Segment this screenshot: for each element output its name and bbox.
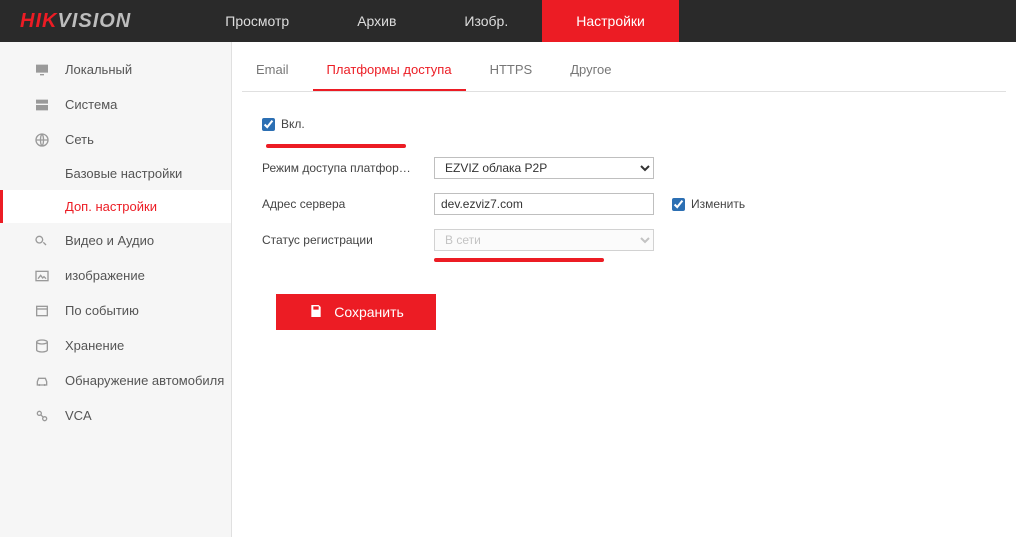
- tab-other[interactable]: Другое: [556, 52, 625, 91]
- sidebar-item-local[interactable]: Локальный: [0, 52, 231, 87]
- sidebar-item-network[interactable]: Сеть: [0, 122, 231, 157]
- settings-form: Вкл. Режим доступа платфор… EZVIZ облака…: [242, 92, 1006, 330]
- access-mode-select[interactable]: EZVIZ облака P2P: [434, 157, 654, 179]
- sidebar-subitem-advanced[interactable]: Доп. настройки: [0, 190, 231, 223]
- access-mode-row: Режим доступа платфор… EZVIZ облака P2P: [262, 156, 986, 180]
- modify-checkbox[interactable]: [672, 198, 685, 211]
- sidebar-label: Хранение: [65, 338, 124, 353]
- save-button[interactable]: Сохранить: [276, 294, 436, 330]
- tab-access-platforms[interactable]: Платформы доступа: [313, 52, 466, 91]
- monitor-icon: [33, 61, 51, 79]
- tab-https[interactable]: HTTPS: [476, 52, 547, 91]
- modify-wrapper: Изменить: [672, 197, 745, 211]
- sidebar-label: Система: [65, 97, 117, 112]
- tabs: Email Платформы доступа HTTPS Другое: [242, 42, 1006, 92]
- nav-item-image[interactable]: Изобр.: [430, 0, 542, 42]
- sidebar-label: Локальный: [65, 62, 132, 77]
- content: Email Платформы доступа HTTPS Другое Вкл…: [232, 42, 1016, 537]
- sidebar-item-video-audio[interactable]: Видео и Аудио: [0, 223, 231, 258]
- sidebar-item-image[interactable]: изображение: [0, 258, 231, 293]
- reg-status-row: Статус регистрации В сети: [262, 228, 986, 252]
- sidebar-label: изображение: [65, 268, 145, 283]
- server-addr-label: Адрес сервера: [262, 197, 434, 211]
- car-icon: [33, 372, 51, 390]
- nav-item-archive[interactable]: Архив: [323, 0, 430, 42]
- sidebar-label: Обнаружение автомобиля: [65, 373, 224, 388]
- system-icon: [33, 96, 51, 114]
- save-icon: [308, 303, 324, 322]
- server-addr-row: Адрес сервера Изменить: [262, 192, 986, 216]
- sidebar: Локальный Система Сеть Базовые настройки…: [0, 42, 232, 537]
- logo: HIKVISION: [20, 10, 131, 33]
- modify-label: Изменить: [691, 197, 745, 211]
- access-mode-label: Режим доступа платфор…: [262, 161, 434, 175]
- sidebar-item-vehicle[interactable]: Обнаружение автомобиля: [0, 363, 231, 398]
- sidebar-label: VCA: [65, 408, 92, 423]
- globe-icon: [33, 131, 51, 149]
- sidebar-label: Видео и Аудио: [65, 233, 154, 248]
- video-audio-icon: [33, 232, 51, 250]
- enable-label: Вкл.: [281, 117, 305, 131]
- logo-part1: HIK: [20, 10, 57, 33]
- highlight-marker-2: [434, 258, 604, 262]
- enable-checkbox[interactable]: [262, 118, 275, 131]
- sidebar-item-event[interactable]: По событию: [0, 293, 231, 328]
- sidebar-item-storage[interactable]: Хранение: [0, 328, 231, 363]
- sidebar-label: Сеть: [65, 132, 94, 147]
- logo-part2: VISION: [57, 10, 131, 33]
- server-addr-input[interactable]: [434, 193, 654, 215]
- vca-icon: [33, 407, 51, 425]
- sidebar-item-system[interactable]: Система: [0, 87, 231, 122]
- image-icon: [33, 267, 51, 285]
- sidebar-item-vca[interactable]: VCA: [0, 398, 231, 433]
- save-button-label: Сохранить: [334, 304, 404, 320]
- enable-row: Вкл.: [262, 112, 986, 136]
- tab-email[interactable]: Email: [242, 52, 303, 91]
- highlight-marker: [266, 144, 406, 148]
- sidebar-label: По событию: [65, 303, 139, 318]
- header: HIKVISION Просмотр Архив Изобр. Настройк…: [0, 0, 1016, 42]
- sidebar-subitem-basic[interactable]: Базовые настройки: [0, 157, 231, 190]
- storage-icon: [33, 337, 51, 355]
- reg-status-select: В сети: [434, 229, 654, 251]
- event-icon: [33, 302, 51, 320]
- nav-item-preview[interactable]: Просмотр: [191, 0, 323, 42]
- nav-item-settings[interactable]: Настройки: [542, 0, 679, 42]
- reg-status-label: Статус регистрации: [262, 233, 434, 247]
- top-nav: Просмотр Архив Изобр. Настройки: [191, 0, 679, 42]
